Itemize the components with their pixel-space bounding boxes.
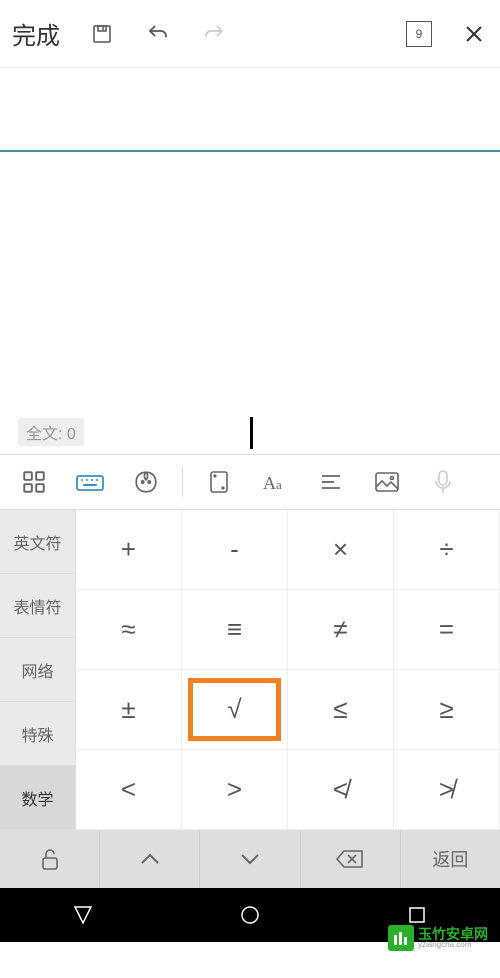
align-icon[interactable] — [307, 462, 355, 502]
symbol-notgt[interactable]: ≯ — [394, 750, 500, 830]
watermark-text: 玉竹安卓网 yzlangcha.com — [418, 927, 488, 949]
topbar-right-group: 9 — [406, 20, 488, 48]
watermark-main: 玉竹安卓网 — [418, 927, 488, 941]
symbol-sqrt[interactable]: √ — [182, 670, 288, 750]
category-special[interactable]: 特殊 — [0, 702, 76, 766]
symbol-equal[interactable]: = — [394, 590, 500, 670]
category-network[interactable]: 网络 — [0, 638, 76, 702]
svg-text:A: A — [263, 473, 276, 493]
symbol-notlt[interactable]: ≮ — [288, 750, 394, 830]
symbol-approx[interactable]: ≈ — [76, 590, 182, 670]
symbol-plus[interactable]: + — [76, 510, 182, 590]
watermark-sub: yzlangcha.com — [418, 941, 488, 949]
scroll-down-button[interactable] — [200, 830, 300, 888]
page-icon[interactable] — [195, 462, 243, 502]
symbol-divide[interactable]: ÷ — [394, 510, 500, 590]
symbol-multiply[interactable]: × — [288, 510, 394, 590]
font-icon[interactable]: Aa — [251, 462, 299, 502]
symbol-gte[interactable]: ≥ — [394, 670, 500, 750]
symbol-identical[interactable]: ≡ — [182, 590, 288, 670]
backspace-button[interactable] — [301, 830, 401, 888]
symbol-notequal[interactable]: ≠ — [288, 590, 394, 670]
keyboard-icon[interactable] — [66, 462, 114, 502]
keyboard-bottom-row: 返回 — [0, 830, 500, 888]
save-icon[interactable] — [88, 20, 116, 48]
close-button[interactable] — [460, 20, 488, 48]
redo-icon — [200, 20, 228, 48]
editor-header-area[interactable] — [0, 68, 500, 152]
nav-back-icon[interactable] — [63, 895, 103, 935]
symbol-lte[interactable]: ≤ — [288, 670, 394, 750]
symbol-keyboard: 英文符 表情符 网络 特殊 数学 + - × ÷ ≈ ≡ ≠ = ± √ ≤ ≥… — [0, 510, 500, 830]
category-english[interactable]: 英文符 — [0, 510, 76, 574]
watermark-logo-icon — [388, 925, 414, 951]
apps-icon[interactable] — [10, 462, 58, 502]
symbol-gt[interactable]: > — [182, 750, 288, 830]
word-count-badge: 全文: 0 — [18, 418, 84, 446]
mic-icon[interactable] — [419, 462, 467, 502]
category-math[interactable]: 数学 — [0, 766, 76, 830]
editor-content-area[interactable]: 全文: 0 — [0, 152, 500, 454]
undo-icon[interactable] — [144, 20, 172, 48]
return-button[interactable]: 返回 — [401, 830, 500, 888]
emoji-icon[interactable] — [122, 462, 170, 502]
category-column: 英文符 表情符 网络 特殊 数学 — [0, 510, 76, 830]
symbol-lt[interactable]: < — [76, 750, 182, 830]
symbol-grid: + - × ÷ ≈ ≡ ≠ = ± √ ≤ ≥ < > ≮ ≯ — [76, 510, 500, 830]
lock-button[interactable] — [0, 830, 100, 888]
toolbar-divider — [182, 467, 183, 497]
category-emoji[interactable]: 表情符 — [0, 574, 76, 638]
text-cursor — [250, 417, 253, 449]
watermark: 玉竹安卓网 yzlangcha.com — [382, 922, 494, 954]
scroll-up-button[interactable] — [100, 830, 200, 888]
svg-text:a: a — [276, 477, 282, 492]
format-toolbar: Aa — [0, 454, 500, 510]
symbol-minus[interactable]: - — [182, 510, 288, 590]
top-toolbar: 完成 9 — [0, 0, 500, 68]
done-button[interactable]: 完成 — [12, 16, 60, 51]
image-icon[interactable] — [363, 462, 411, 502]
nav-home-icon[interactable] — [230, 895, 270, 935]
page-indicator[interactable]: 9 — [406, 21, 432, 47]
topbar-left-group: 完成 — [12, 16, 228, 51]
symbol-plusminus[interactable]: ± — [76, 670, 182, 750]
